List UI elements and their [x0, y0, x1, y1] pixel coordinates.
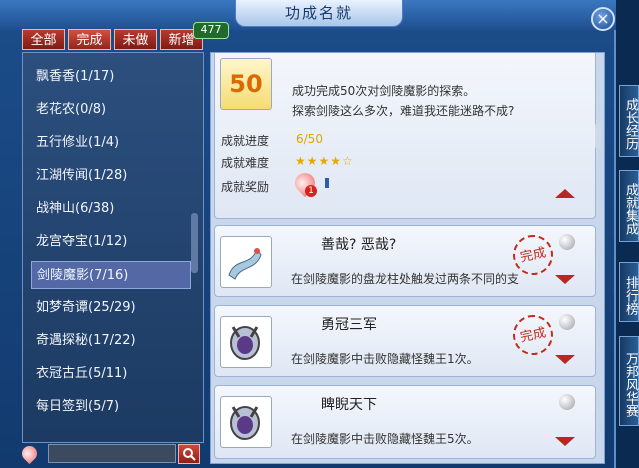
achievement-icon-number: 50 — [229, 70, 263, 98]
expand-arrow-icon[interactable] — [555, 437, 575, 446]
category-item[interactable]: 飘香香(1/17) — [31, 63, 191, 91]
achievement-detail-card[interactable]: 50 成功完成50次对剑陵魔影的探索。 探索剑陵这么多次，难道我还能迷路不成? … — [214, 53, 596, 219]
new-count-badge: 477 — [193, 22, 229, 39]
difficulty-label: 成就难度 — [221, 156, 270, 170]
mask-icon — [220, 316, 272, 368]
side-tab-ranking[interactable]: 排行榜 — [619, 262, 639, 322]
achievement-card[interactable]: 睥睨天下 在剑陵魔影中击败隐藏怪魏王5次。 — [214, 385, 596, 459]
achievement-desc: 在剑陵魔影中击败隐藏怪魏王1次。 — [291, 352, 479, 366]
search-button[interactable] — [178, 444, 200, 464]
category-item[interactable]: 如梦奇谭(25/29) — [31, 294, 191, 322]
progress-label: 成就进度 — [221, 134, 270, 148]
category-item[interactable]: 每日签到(5/7) — [31, 393, 191, 421]
category-item-selected[interactable]: 剑陵魔影(7/16) — [31, 261, 191, 289]
category-item[interactable]: 江湖传闻(1/28) — [31, 162, 191, 190]
achievement-desc: 探索剑陵这么多次，难道我还能迷路不成? — [292, 104, 515, 118]
category-item[interactable]: 龙宫夺宝(1/12) — [31, 228, 191, 256]
feather-icon — [325, 178, 329, 188]
achievement-desc: 在剑陵魔影中击败隐藏怪魏王5次。 — [291, 432, 479, 446]
achievement-desc: 在剑陵魔影的盘龙柱处触发过两条不同的支 — [291, 272, 520, 286]
achievement-list: 50 成功完成50次对剑陵魔影的探索。 探索剑陵这么多次，难道我还能迷路不成? … — [210, 52, 605, 464]
status-orb-icon — [559, 314, 575, 330]
collapse-arrow-icon[interactable] — [555, 189, 575, 198]
window-title: 功成名就 — [235, 0, 403, 27]
category-item[interactable]: 老花农(0/8) — [31, 96, 191, 124]
achievement-title: 勇冠三军 — [321, 317, 377, 333]
category-item[interactable]: 五行修业(1/4) — [31, 129, 191, 157]
close-button[interactable]: × — [591, 7, 615, 31]
achievement-window: 功成名就 × 全部 完成 未做 新增 477 飘香香(1/17) 老花农(0/8… — [0, 0, 616, 468]
category-list: 飘香香(1/17) 老花农(0/8) 五行修业(1/4) 江湖传闻(1/28) … — [22, 52, 204, 443]
mask-icon — [220, 396, 272, 448]
tab-not-done[interactable]: 未做 — [114, 29, 157, 50]
side-tab-collection[interactable]: 成就集成 — [619, 170, 639, 242]
achievement-title: 睥睨天下 — [321, 397, 377, 413]
side-tab-growth[interactable]: 成长经历 — [619, 85, 639, 157]
search-row — [18, 442, 202, 465]
reward-label: 成就奖励 — [221, 180, 270, 194]
expand-arrow-icon[interactable] — [555, 275, 575, 284]
close-icon: × — [596, 9, 610, 28]
achievement-scrollbar[interactable] — [595, 123, 601, 149]
achievement-icon: 50 — [220, 58, 272, 110]
tab-completed[interactable]: 完成 — [68, 29, 111, 50]
dragon-icon — [220, 236, 272, 288]
expand-arrow-icon[interactable] — [555, 355, 575, 364]
status-orb-icon — [559, 394, 575, 410]
search-icon — [183, 448, 196, 461]
tab-all[interactable]: 全部 — [22, 29, 65, 50]
search-input[interactable] — [48, 444, 176, 463]
achievement-card[interactable]: 勇冠三军 在剑陵魔影中击败隐藏怪魏王1次。 完成 — [214, 305, 596, 377]
side-tab-competition[interactable]: 万邦风华赛 — [619, 336, 639, 426]
difficulty-stars: ★★★★☆ — [295, 154, 354, 168]
category-item[interactable]: 衣冠古丘(5/11) — [31, 360, 191, 388]
category-scrollbar[interactable] — [191, 213, 198, 273]
progress-value: 6/50 — [296, 132, 323, 146]
achievement-desc: 成功完成50次对剑陵魔影的探索。 — [292, 84, 476, 98]
reward-count-badge: 1 — [305, 185, 317, 197]
achievement-title: 善哉? 恶哉? — [321, 237, 397, 253]
status-orb-icon — [559, 234, 575, 250]
category-item[interactable]: 奇遇探秘(17/22) — [31, 327, 191, 355]
achievement-card[interactable]: 善哉? 恶哉? 在剑陵魔影的盘龙柱处触发过两条不同的支 完成 — [214, 225, 596, 297]
category-item[interactable]: 战神山(6/38) — [31, 195, 191, 223]
peach-icon — [18, 442, 41, 465]
